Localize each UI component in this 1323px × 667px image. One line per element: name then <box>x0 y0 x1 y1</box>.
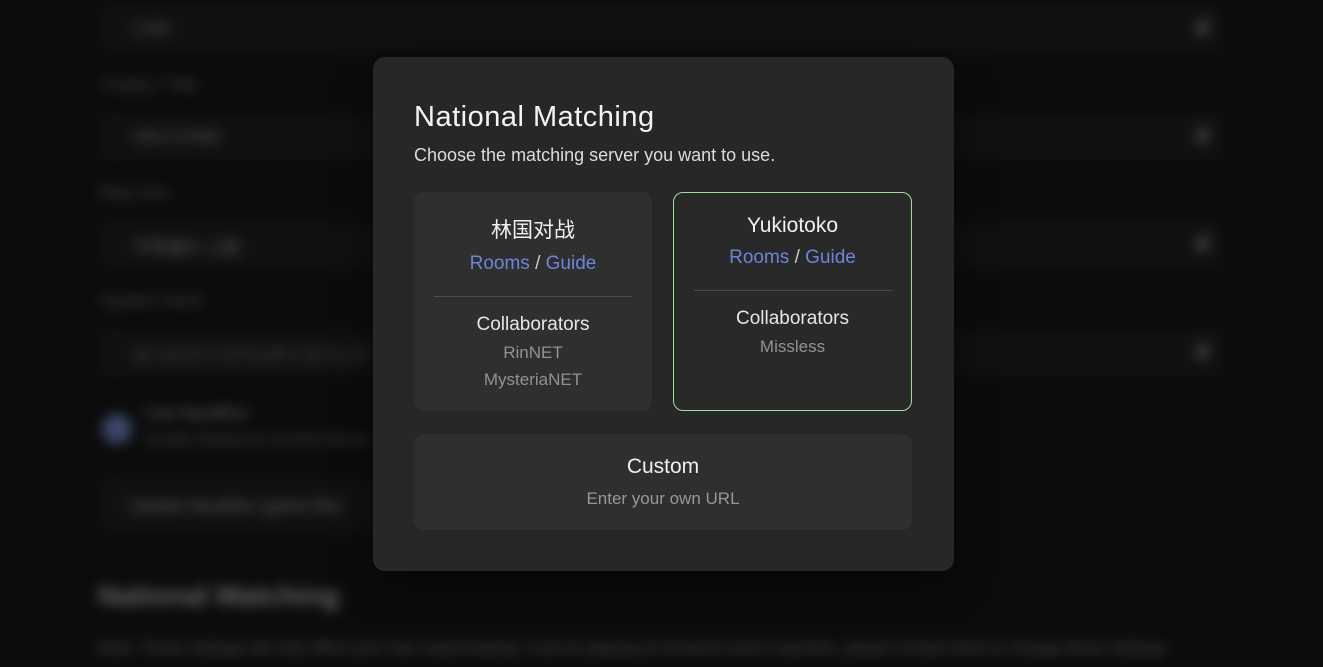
server-name: Yukiotoko <box>674 214 911 238</box>
collaborators-label: Collaborators <box>415 314 651 336</box>
custom-card-subtitle: Enter your own URL <box>415 489 911 509</box>
card-divider <box>694 290 892 291</box>
modal-subtitle: Choose the matching server you want to u… <box>414 145 775 166</box>
page: LINE Trophy / Title WELCOME Map Icon 不思議… <box>0 0 1323 667</box>
server-card-yukiotoko[interactable]: Yukiotoko Rooms / Guide Collaborators Mi… <box>673 192 912 411</box>
server-name: 林国对战 <box>415 214 651 244</box>
national-matching-modal: National Matching Choose the matching se… <box>373 57 954 571</box>
server-links: Rooms / Guide <box>415 253 651 275</box>
modal-title: National Matching <box>414 101 655 134</box>
custom-server-card[interactable]: Custom Enter your own URL <box>414 434 912 530</box>
rooms-link[interactable]: Rooms <box>729 247 789 268</box>
guide-link[interactable]: Guide <box>805 247 856 268</box>
card-divider <box>434 296 632 297</box>
links-separator: / <box>795 247 800 268</box>
rooms-link[interactable]: Rooms <box>470 253 530 274</box>
custom-card-title: Custom <box>415 455 911 479</box>
collaborators-label: Collaborators <box>674 308 911 330</box>
collaborator-name: MysteriaNET <box>415 370 651 390</box>
links-separator: / <box>535 253 540 274</box>
guide-link[interactable]: Guide <box>546 253 597 274</box>
collaborator-name: Missless <box>674 337 911 357</box>
server-card-linguo[interactable]: 林国对战 Rooms / Guide Collaborators RinNET … <box>414 192 652 411</box>
server-links: Rooms / Guide <box>674 247 911 269</box>
collaborator-name: RinNET <box>415 343 651 363</box>
